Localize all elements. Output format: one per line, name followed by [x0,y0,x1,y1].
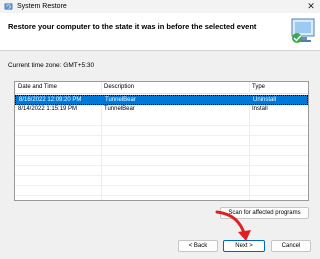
grid-line [15,145,308,146]
row-type: Install [252,106,268,112]
table-header: Date and Time Description Type [15,82,308,94]
restore-points-table[interactable]: Date and Time Description Type 8/16/2022… [14,81,309,201]
close-icon[interactable]: ✕ [306,1,316,11]
grid-line [15,155,308,156]
row-date: 8/14/2022 1:15:19 PM [18,106,78,112]
back-button[interactable]: < Back [178,240,218,252]
current-timezone: Current time zone: GMT+5:30 [8,62,95,69]
red-arrow-annotation [215,210,251,241]
row-date: 8/16/2022 12:09:20 PM [19,97,82,103]
system-restore-icon [4,3,13,10]
grid-line [15,185,308,186]
grid-line [15,125,308,126]
table-row[interactable]: 8/16/2022 12:09:20 PM TunnelBear Uninsta… [15,95,308,105]
restore-hero-icon [291,18,315,43]
grid-line [15,195,308,196]
header-banner: Restore your computer to the state it wa… [0,13,320,50]
table-row[interactable]: 8/14/2022 1:15:19 PM TunnelBear Install [15,105,308,115]
column-header-description[interactable]: Description [104,84,134,90]
title-bar: System Restore ✕ [0,0,320,13]
page-heading: Restore your computer to the state it wa… [8,22,257,31]
window-title: System Restore [17,3,67,10]
row-type: Uninstall [253,97,277,103]
row-description: TunnelBear [105,97,136,103]
column-header-type[interactable]: Type [252,84,265,90]
row-description: TunnelBear [104,106,135,112]
column-header-date[interactable]: Date and Time [18,84,57,90]
header-separator [0,50,320,51]
grid-line [15,135,308,136]
cancel-button[interactable]: Cancel [271,240,311,252]
grid-line [15,175,308,176]
grid-line [15,165,308,166]
